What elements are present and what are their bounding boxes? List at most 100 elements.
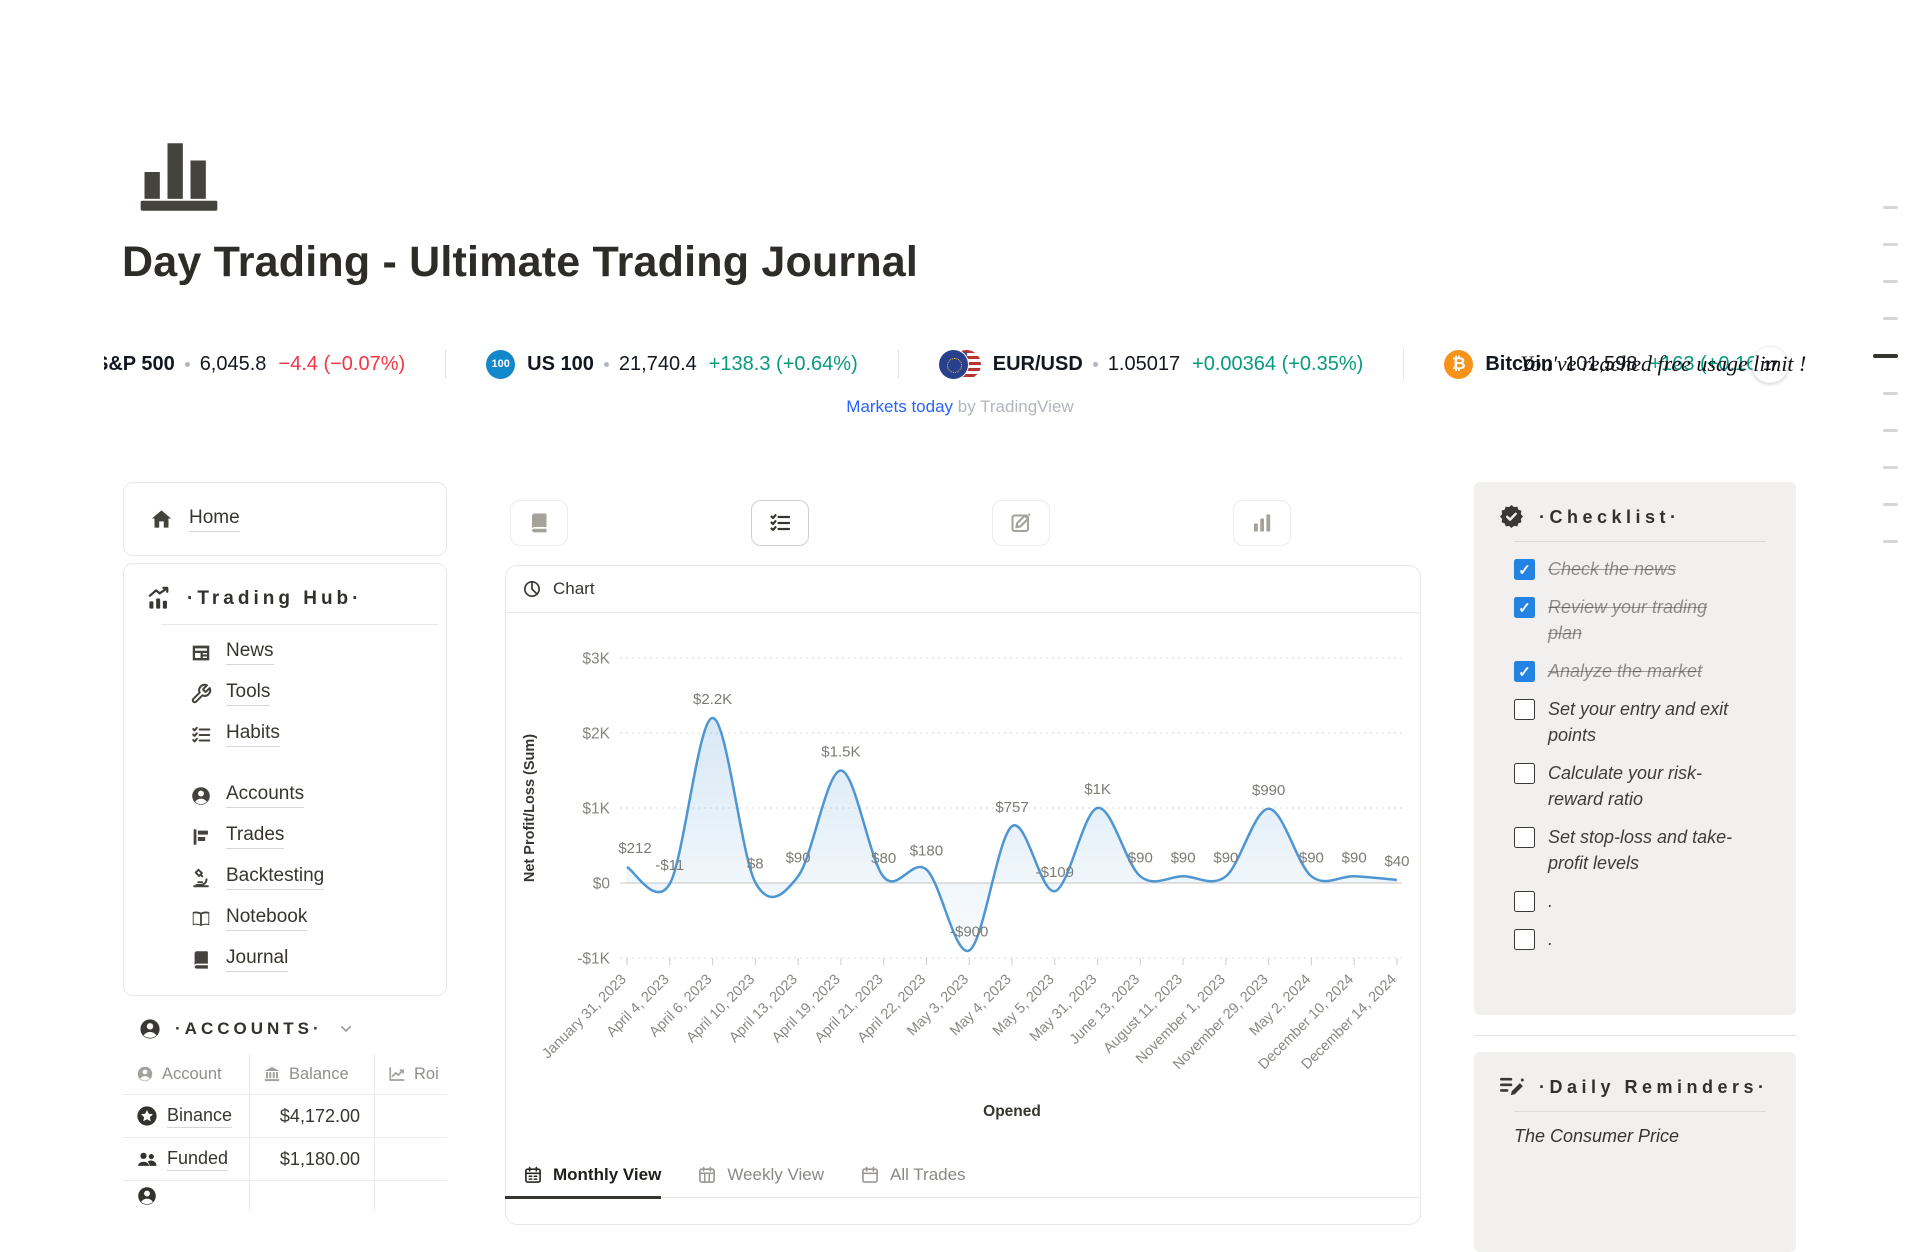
svg-text:$90: $90 (1128, 849, 1153, 866)
outline-dash[interactable] (1883, 392, 1898, 395)
outline-dash[interactable] (1883, 466, 1898, 469)
checkbox[interactable] (1514, 827, 1535, 848)
account-name: Binance (167, 1105, 232, 1128)
svg-text:$2K: $2K (582, 726, 610, 743)
checklist-item: . (1514, 888, 1778, 914)
svg-text:$990: $990 (1252, 782, 1285, 799)
ticker-price: 21,740.4 (619, 353, 697, 376)
checklist-title: ·Checklist· (1539, 504, 1681, 530)
home-card: Home (123, 482, 447, 556)
chart-card-header[interactable]: Chart (506, 566, 1420, 612)
tab-monthly-view[interactable]: Monthly View (505, 1165, 661, 1199)
account-cell[interactable] (123, 1181, 250, 1211)
tab-weekly-view[interactable]: Weekly View (697, 1165, 824, 1197)
svg-text:-$900: -$900 (950, 924, 988, 941)
check-lines-icon (190, 724, 212, 746)
y-axis-title: Net Profit/Loss (Sum) (522, 734, 538, 882)
svg-text:$80: $80 (871, 850, 896, 867)
checkbox[interactable] (1514, 763, 1535, 784)
usage-limit-notice: You've reached free usage limit ! (1520, 351, 1806, 377)
x-axis-labels: January 31, 2023April 4, 2023April 6, 20… (539, 972, 1400, 1073)
outline-dash[interactable] (1883, 429, 1898, 432)
net-profit-loss-chart[interactable]: $3K$2K$1K$0-$1K$212-$11$2.2K$8$90$1.5K$8… (510, 618, 1415, 1138)
column-header-account[interactable]: Account (123, 1054, 250, 1094)
ticker-item-us100[interactable]: 100 US 100 21,740.4 +138.3 (+0.64%) (446, 350, 898, 379)
ticker-item-eurusd[interactable]: EUR/USD 1.05017 +0.00364 (+0.35%) (899, 350, 1404, 379)
checkbox[interactable] (1514, 597, 1535, 618)
table-row: Binance$4,172.00 (123, 1095, 447, 1138)
edit-icon (1009, 511, 1033, 535)
checklist-item: . (1514, 926, 1778, 952)
checklist-view-button[interactable] (751, 500, 809, 546)
sidebar-item-tools[interactable]: Tools (124, 673, 446, 714)
ticker-item-sp500[interactable]: S&P 500 6,045.8 −4.4 (−0.07%) (104, 353, 445, 376)
roi-cell (375, 1095, 447, 1137)
column-header-balance[interactable]: Balance (250, 1054, 375, 1094)
sidebar-item-news[interactable]: News (124, 632, 446, 673)
trading-hub-header: ·Trading Hub· (124, 564, 446, 612)
sidebar-item-label: News (226, 640, 274, 665)
open-book-icon (190, 908, 212, 930)
book-icon (527, 511, 551, 535)
sidebar-item-trades[interactable]: Trades (124, 816, 446, 857)
edit-view-button[interactable] (992, 500, 1050, 546)
page-icon-bar-chart[interactable] (133, 126, 225, 218)
sidebar-item-label: Accounts (226, 783, 304, 808)
account-cell[interactable]: Binance (123, 1095, 250, 1137)
roi-icon (388, 1065, 406, 1083)
column-header-roi[interactable]: Roi (375, 1054, 447, 1094)
outline-dash[interactable] (1883, 206, 1898, 209)
dot-separator-icon (604, 362, 609, 367)
trend-chart-icon (146, 585, 173, 612)
journal-view-button[interactable] (510, 500, 568, 546)
outline-dash[interactable] (1883, 317, 1898, 320)
checklist-item-label: Set your entry and exit points (1548, 696, 1740, 748)
ticker-change: −4.4 (−0.07%) (278, 353, 405, 376)
ticker-symbol: EUR/USD (993, 353, 1083, 376)
sidebar-item-notebook[interactable]: Notebook (124, 898, 446, 939)
trading-hub-title: ·Trading Hub· (187, 586, 362, 612)
ticker-price: 1.05017 (1108, 353, 1180, 376)
sidebar-item-journal[interactable]: Journal (124, 939, 446, 980)
sidebar-item-accounts[interactable]: Accounts (124, 775, 446, 816)
ticker-symbol: US 100 (527, 353, 594, 376)
sidebar-item-home[interactable]: Home (124, 483, 446, 555)
checkbox[interactable] (1514, 559, 1535, 580)
tab-all-trades[interactable]: All Trades (860, 1165, 966, 1197)
list-gap (124, 755, 446, 775)
svg-text:$8: $8 (747, 855, 764, 872)
page-outline-indicator[interactable] (1868, 206, 1898, 577)
chart-view-button[interactable] (1233, 500, 1291, 546)
table-row: Funded$1,180.00 (123, 1138, 447, 1181)
outline-dash[interactable] (1883, 540, 1898, 543)
checkbox[interactable] (1514, 699, 1535, 720)
checklist-item: Set your entry and exit points (1514, 696, 1778, 748)
sidebar-item-habits[interactable]: Habits (124, 714, 446, 755)
eur-usd-flags-icon (939, 350, 981, 379)
column-label: Account (162, 1065, 222, 1084)
outline-dash[interactable] (1883, 280, 1898, 283)
attribution-text: by TradingView (953, 397, 1074, 416)
outline-dash[interactable] (1883, 503, 1898, 506)
checkbox[interactable] (1514, 929, 1535, 950)
accounts-section-header[interactable]: ·ACCOUNTS· (138, 1012, 354, 1046)
checklist-item: Check the news (1514, 556, 1778, 582)
sidebar-item-label: Journal (226, 947, 288, 972)
chevron-down-icon[interactable] (338, 1021, 354, 1037)
bank-icon (263, 1065, 281, 1083)
outline-dash[interactable] (1883, 243, 1898, 246)
sidebar-item-label: Home (189, 507, 240, 532)
svg-text:-$11: -$11 (655, 857, 684, 874)
checklist-item: Set stop-loss and take-profit levels (1514, 824, 1778, 876)
account-cell[interactable]: Funded (123, 1138, 250, 1180)
svg-text:$757: $757 (995, 799, 1028, 816)
checkbox[interactable] (1514, 891, 1535, 912)
svg-text:$90: $90 (786, 849, 811, 866)
person-circle-icon (136, 1065, 154, 1083)
checkbox[interactable] (1514, 661, 1535, 682)
roi-cell (375, 1138, 447, 1180)
sidebar-item-backtesting[interactable]: Backtesting (124, 857, 446, 898)
markets-today-link[interactable]: Markets today (846, 397, 953, 416)
outline-dash[interactable] (1873, 354, 1898, 358)
svg-text:$90: $90 (1213, 849, 1238, 866)
